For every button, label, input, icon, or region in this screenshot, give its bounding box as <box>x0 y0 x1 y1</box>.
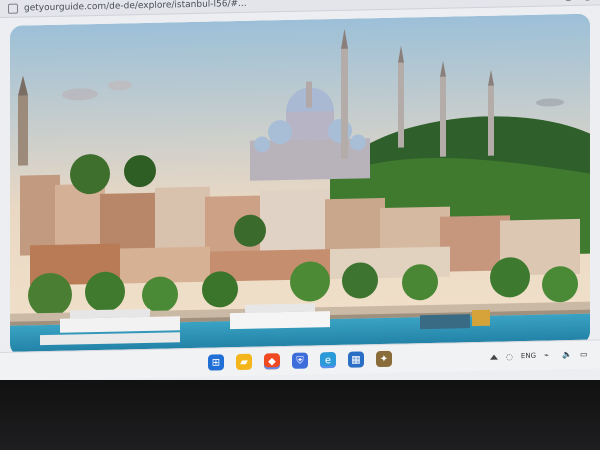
istanbul-skyline-image <box>10 13 590 356</box>
edge-icon[interactable]: e <box>320 351 336 369</box>
profile-icon[interactable] <box>583 0 592 1</box>
battery-icon[interactable]: ▭ <box>580 350 590 360</box>
monitor-bezel <box>0 380 600 450</box>
system-tray: ◌ ENG ⌁ 🔈 ▭ <box>489 341 590 371</box>
windows-start-icon[interactable]: ⊞ <box>208 354 224 371</box>
file-explorer-icon[interactable]: ▰ <box>236 353 252 371</box>
brave-browser-icon[interactable]: ◆ <box>264 353 280 370</box>
wifi-icon[interactable]: ⌁ <box>544 350 554 360</box>
bookmark-icon[interactable] <box>564 0 573 2</box>
vpn-shield-icon[interactable]: ⛨ <box>292 352 308 369</box>
url-text[interactable]: getyourguide.com/de-de/explore/istanbul-… <box>24 0 247 13</box>
monitor-display: getyourguide.com/de-de/explore/istanbul-… <box>0 0 600 397</box>
site-favicon-icon <box>8 3 18 14</box>
file-manager-icon[interactable]: ▦ <box>348 351 364 368</box>
volume-icon[interactable]: 🔈 <box>562 350 572 360</box>
tray-overflow-icon[interactable] <box>489 354 498 360</box>
tray-app-icon[interactable]: ◌ <box>506 352 513 361</box>
app-icon[interactable]: ✦ <box>376 350 392 368</box>
language-indicator[interactable]: ENG <box>521 352 536 360</box>
hero-image <box>10 13 590 356</box>
